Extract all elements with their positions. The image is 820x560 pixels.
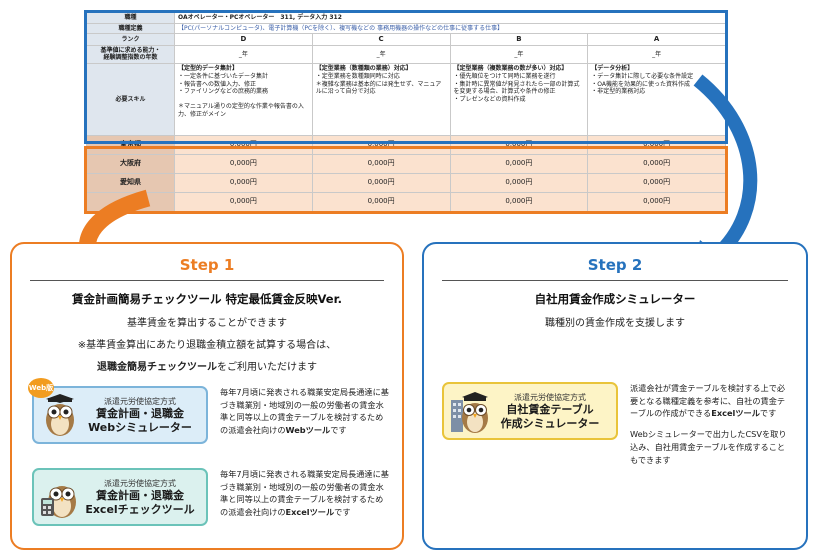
table-row-wage: 愛知県 0,000円 0,000円 0,000円 0,000円 (86, 172, 726, 193)
step2-tool-name: 自社用賃金作成シミュレーター (534, 292, 696, 306)
own-desc-bold: Excelツール (711, 408, 760, 419)
definition-label: 職種定義 (86, 22, 175, 34)
step1-line1: 基準賃金を算出することができます (127, 318, 287, 329)
definition-value: 【PC(パーソナルコンピュータ)、電子計算機（PCを除く）、複写機などの 事務用… (174, 22, 726, 34)
web-desc-end: です (330, 425, 347, 436)
web-simulator-description: 毎年7月頃に発表される職業安定局長通達に基づき職業別・地域別の一般の労働者の賃金… (220, 386, 390, 437)
wage-cell: 0,000円 (449, 172, 589, 193)
skills-d-line: ・一定条件に基づいたデータ集計 (178, 73, 269, 81)
years-label-line2: 経験調整指数の年数 (103, 54, 158, 62)
years-d: _年 (174, 44, 313, 64)
wage-cell: 0,000円 (449, 153, 589, 174)
wage-cell: 0,000円 (311, 172, 451, 193)
skills-label: 必要スキル (86, 62, 175, 136)
excel-desc-end: です (334, 507, 351, 518)
table-row-years: 基準値に求める能力・ 経験調整指数の年数 _年 _年 _年 _年 (86, 44, 726, 64)
excel-desc-bold: Excelツール (285, 507, 335, 518)
building-icon (451, 392, 488, 433)
skills-b-line: ・プレゼンなどの資料作成 (453, 95, 526, 103)
own-main-line2: 作成シミュレーター (500, 416, 600, 430)
retirement-tool-link[interactable]: 退職金簡易チェックツール (97, 362, 217, 373)
web-simulator-banner[interactable]: 派遣元労使協定方式 賃金計画・退職金 Webシミュレーター Web版 (28, 378, 208, 444)
skills-c-title: 【定型業務（数種類の業務）対応】 (315, 64, 412, 72)
excel-sub-label: 派遣元労使協定方式 (104, 478, 176, 488)
web-simulator-text: 派遣元労使協定方式 賃金計画・退職金 Webシミュレーター (80, 396, 200, 435)
years-b: _年 (449, 44, 589, 64)
rank-d: D (174, 33, 313, 46)
own-desc-para2: Webシミュレーターで出力したCSVを取り込み、自社用賃金テーブルを作成すること… (630, 429, 787, 465)
rank-c: C (311, 33, 451, 46)
skills-c: 【定型業務（数種類の業務）対応】 ・定型業務を数種類同時に対応 ＊複雑な業務は基… (311, 62, 451, 136)
step2-title: Step 2 (587, 256, 643, 274)
excel-tool-description: 毎年7月頃に発表される職業安定局長通達に基づき職業別・地域別の一般の労働者の賃金… (220, 468, 390, 519)
skills-d-line: ＊マニュアル通りの定型的な作業や報告書の入力、修正がメイン (178, 103, 304, 118)
wage-cell: 0,000円 (174, 134, 313, 155)
skills-d-title: 【定型的データ集計】 (178, 64, 239, 72)
skills-b-line: ・優先順位をつけて同時に業務を遂行 (453, 73, 556, 81)
web-desc-bold: Webツール (285, 425, 331, 436)
own-table-text: 派遣元労使協定方式 自社賃金テーブル 作成シミュレーター (490, 392, 610, 431)
excel-tool-banner[interactable]: 派遣元労使協定方式 賃金計画・退職金 Excelチェックツール (32, 468, 208, 526)
table-row-definition: 職種定義 【PC(パーソナルコンピュータ)、電子計算機（PCを除く）、複写機など… (86, 22, 726, 34)
occupation-label: 職種 (86, 12, 175, 24)
step1-title: Step 1 (179, 256, 235, 274)
web-main-line2: Webシミュレーター (88, 420, 192, 434)
web-simulator-entry: 派遣元労使協定方式 賃金計画・退職金 Webシミュレーター Web版 毎年7月頃… (28, 378, 390, 444)
occupation-value: OAオペレーター・PCオペレーター 311, データ入力 312 (174, 12, 726, 24)
wage-cell: 0,000円 (311, 191, 451, 212)
table-row-wage: 東京都 0,000円 0,000円 0,000円 0,000円 (86, 134, 726, 155)
wage-cell: 0,000円 (449, 134, 589, 155)
table-row-wage: 大阪府 0,000円 0,000円 0,000円 0,000円 (86, 153, 726, 174)
calculator-icon (41, 486, 76, 518)
excel-tool-entry: 派遣元労使協定方式 賃金計画・退職金 Excelチェックツール 毎年7月頃に発表… (32, 468, 390, 526)
web-main-line1: 賃金計画・退職金 (96, 406, 184, 420)
skills-b-title: 【定型業務（複数業務の数が多い）対応】 (453, 64, 568, 72)
owl-mascot-icon (46, 394, 74, 436)
rank-b: B (449, 33, 589, 46)
step2-divider (442, 280, 788, 281)
excel-tool-text: 派遣元労使協定方式 賃金計画・退職金 Excelチェックツール (80, 478, 200, 517)
table-row-occupation: 職種 OAオペレーター・PCオペレーター 311, データ入力 312 (86, 12, 726, 24)
web-version-tag: Web版 (28, 378, 54, 398)
excel-main-line2: Excelチェックツール (85, 502, 195, 516)
wage-cell: 0,000円 (174, 172, 313, 193)
own-desc-end: です (759, 408, 777, 419)
skills-c-line: ＊複雑な業務は基本的には発生せず、マニュアルに沿って自分で対応 (315, 80, 442, 96)
years-label: 基準値に求める能力・ 経験調整指数の年数 (86, 44, 175, 64)
web-sub-label: 派遣元労使協定方式 (104, 396, 176, 406)
step2-panel: Step 2 自社用賃金作成シミュレーター 職種別の賃金作成を支援します 派遣元… (422, 242, 808, 550)
step1-panel: Step 1 賃金計画簡易チェックツール 特定最低賃金反映Ver. 基準賃金を算… (10, 242, 404, 550)
skills-d-line: ・ファイリングなどの庶務的業務 (178, 88, 269, 96)
own-sub-label: 派遣元労使協定方式 (514, 392, 586, 402)
wage-grade-table: 職種 OAオペレーター・PCオペレーター 311, データ入力 312 職種定義… (86, 12, 726, 212)
skills-d: 【定型的データ集計】 ・一定条件に基づいたデータ集計 ・報告書への数値入力、修正… (174, 62, 313, 136)
step1-line3: 退職金簡易チェックツールをご利用いただけます (12, 358, 402, 373)
wage-cell: 0,000円 (174, 191, 313, 212)
own-table-description: 派遣会社が賃金テーブルを検討する上で必要となる職種定義を参考に、自社の賃金テーブ… (630, 382, 790, 466)
step1-line2: ※基準賃金算出にあたり退職金積立額を試算する場合は、 (77, 340, 337, 351)
rank-a: A (587, 33, 726, 46)
own-main-line1: 自社賃金テーブル (506, 402, 594, 416)
step1-tool-name: 賃金計画簡易チェックツール 特定最低賃金反映Ver. (72, 292, 342, 306)
wage-table-preview: 職種 OAオペレーター・PCオペレーター 311, データ入力 312 職種定義… (86, 12, 726, 212)
years-c: _年 (311, 44, 451, 64)
step2-line1: 職種別の賃金作成を支援します (545, 318, 685, 329)
wage-cell: 0,000円 (174, 153, 313, 174)
skills-b-line: ・集計時に異常値が発見されたら一部の計算式を変更する場合、計算式や条件の修正 (453, 80, 580, 96)
wage-cell: 0,000円 (311, 153, 451, 174)
skills-c-line: ・定型業務を数種類同時に対応 (315, 73, 400, 81)
own-desc-para1: 派遣会社が賃金テーブルを検討する上で必要となる職種定義を参考に、自社の賃金テーブ… (630, 382, 790, 420)
table-row-rank: ランク D C B A (86, 33, 726, 46)
step1-divider (30, 280, 384, 281)
step1-line3-rest: をご利用いただけます (217, 362, 317, 373)
wage-cell: 0,000円 (449, 191, 589, 212)
own-table-entry: 派遣元労使協定方式 自社賃金テーブル 作成シミュレーター 派遣会社が賃金テーブル… (442, 382, 790, 466)
table-row-skills: 必要スキル 【定型的データ集計】 ・一定条件に基づいたデータ集計 ・報告書への数… (86, 62, 726, 136)
excel-main-line1: 賃金計画・退職金 (96, 488, 184, 502)
rank-label: ランク (86, 33, 175, 46)
own-table-banner[interactable]: 派遣元労使協定方式 自社賃金テーブル 作成シミュレーター (442, 382, 618, 440)
table-row-wage: ■■県 0,000円 0,000円 0,000円 0,000円 (86, 191, 726, 212)
wage-cell: 0,000円 (311, 134, 451, 155)
skills-b: 【定型業務（複数業務の数が多い）対応】 ・優先順位をつけて同時に業務を遂行 ・集… (449, 62, 589, 136)
